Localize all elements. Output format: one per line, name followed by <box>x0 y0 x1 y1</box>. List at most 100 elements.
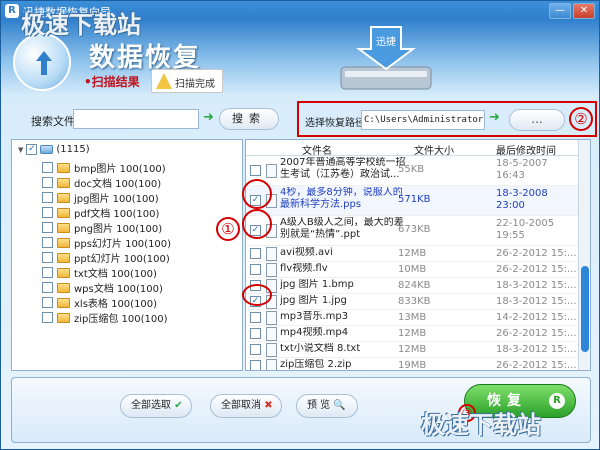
close-button[interactable]: ✕ <box>573 3 595 19</box>
tree-item-checkbox[interactable] <box>42 222 53 233</box>
tree-item-checkbox[interactable] <box>42 252 53 263</box>
tree-item[interactable]: jpg图片 100(100) <box>42 190 171 205</box>
tree-item-checkbox[interactable] <box>42 177 53 188</box>
file-modified-time: 26-2-2012 15:... <box>496 248 577 259</box>
tree-item-checkbox[interactable] <box>42 297 53 308</box>
file-name: 4秒，最多8分钟，说服人的最新科学方法.pps <box>280 187 403 210</box>
tree-item-checkbox[interactable] <box>42 162 53 173</box>
collapse-icon[interactable]: ▼ <box>18 146 23 154</box>
checkbox-highlight-ring <box>242 284 272 306</box>
folder-icon <box>57 267 70 278</box>
scan-status-badge: 扫描完成 <box>151 69 223 93</box>
tree-item[interactable]: wps文档 100(100) <box>42 280 171 295</box>
deselect-all-button[interactable]: 全部取消 ✖ <box>210 394 282 418</box>
file-row[interactable]: flv视频.flv 10MB 26-2-2012 15:... <box>246 262 578 278</box>
tree-item-label: xls表格 100(100) <box>74 299 158 310</box>
tree-item[interactable]: zip压缩包 100(100) <box>42 310 171 325</box>
file-name: zip压缩包 2.zip <box>280 359 352 370</box>
file-checkbox[interactable] <box>250 311 261 323</box>
browse-button[interactable]: ... <box>509 109 565 131</box>
file-checkbox[interactable] <box>250 343 261 355</box>
tree-item-checkbox[interactable] <box>42 207 53 218</box>
file-icon <box>266 326 277 341</box>
select-all-label: 全部选取 <box>131 400 171 411</box>
drive-label: 迅捷 <box>376 35 396 48</box>
preview-label: 预 览 <box>307 400 331 411</box>
select-all-button[interactable]: 全部选取 ✔ <box>120 394 192 418</box>
folder-icon <box>57 192 70 203</box>
app-window: R 迅捷数据恢复向导 — ✕ 数据恢复 •扫描结果 扫描完成 迅捷 搜索文件: … <box>0 0 600 450</box>
tree-root-label: (1115) <box>56 144 90 155</box>
hard-drive-icon: 迅捷 <box>340 26 432 90</box>
vertical-scrollbar[interactable] <box>578 140 590 370</box>
annotation-1: ① <box>216 217 240 241</box>
file-row[interactable]: avi视频.avi 12MB 26-2-2012 15:... <box>246 246 578 262</box>
annotation-2: ② <box>569 107 593 131</box>
folder-icon <box>57 237 70 248</box>
tree-item-checkbox[interactable] <box>42 312 53 323</box>
file-row[interactable]: 2007年普通高等学校统一招生考试（江苏卷）政治试... 55KB 18-5-200… <box>246 156 578 186</box>
scan-result-label: •扫描结果 <box>84 75 140 89</box>
file-size: 13MB <box>398 312 427 323</box>
tree-item[interactable]: png图片 100(100) <box>42 220 171 235</box>
folder-icon <box>57 312 70 323</box>
file-modified-time: 18-3-2012 15:... <box>496 280 577 291</box>
tree-item[interactable]: bmp图片 100(100) <box>42 160 171 175</box>
path-arrow-icon: ➜ <box>489 110 500 125</box>
tree-item-checkbox[interactable] <box>42 192 53 203</box>
tree-item[interactable]: txt文档 100(100) <box>42 265 171 280</box>
file-row[interactable]: zip压缩包 2.zip 19MB 26-2-2012 15:... <box>246 358 578 370</box>
tree-item-label: wps文档 100(100) <box>74 284 163 295</box>
tree-root-checkbox[interactable]: ✓ <box>26 144 38 155</box>
file-row[interactable]: jpg 图片 1.bmp 824KB 18-3-2012 15:... <box>246 278 578 294</box>
scroll-thumb[interactable] <box>581 266 589 352</box>
file-checkbox[interactable] <box>250 164 261 176</box>
tree-item-label: doc文档 100(100) <box>74 179 162 190</box>
file-size: 10MB <box>398 264 427 275</box>
checkbox-highlight-ring <box>242 179 272 209</box>
file-icon <box>266 310 277 325</box>
file-list-header: 文件名 文件大小 最后修改时间 <box>246 140 590 157</box>
file-row[interactable]: ✓ A级人B级人之间，最大的差别就是“热情”.ppt 673KB 22-10-2005… <box>246 216 578 246</box>
tree-item[interactable]: doc文档 100(100) <box>42 175 171 190</box>
checkbox-highlight-ring <box>242 209 272 239</box>
minimize-button[interactable]: — <box>549 3 571 19</box>
search-input[interactable] <box>73 109 199 129</box>
toolbar: 搜索文件: ➜ 搜索 选择恢复路径 C:\Users\Administrator… <box>1 101 599 139</box>
file-checkbox[interactable] <box>250 327 261 339</box>
file-row[interactable]: ✓ jpg 图片 1.jpg 833KB 18-3-2012 15:... <box>246 294 578 310</box>
column-header-time[interactable]: 最后修改时间 <box>496 142 556 157</box>
tree-item-label: zip压缩包 100(100) <box>74 314 168 325</box>
file-checkbox[interactable] <box>250 359 261 370</box>
file-row[interactable]: txt小说文档 8.txt 12MB 18-3-2012 15:... <box>246 342 578 358</box>
restore-path-input[interactable]: C:\Users\Administrator\Desk <box>361 110 485 130</box>
tree-item-checkbox[interactable] <box>42 237 53 248</box>
tree-item[interactable]: ppt幻灯片 100(100) <box>42 250 171 265</box>
folder-icon <box>57 177 70 188</box>
tree-item-label: jpg图片 100(100) <box>74 194 159 205</box>
tree-item[interactable]: xls表格 100(100) <box>42 295 171 310</box>
tree-root[interactable]: ▼ ✓ (1115) <box>18 144 90 155</box>
file-checkbox[interactable] <box>250 247 261 259</box>
file-row[interactable]: mp3音乐.mp3 13MB 14-2-2012 15:... <box>246 310 578 326</box>
file-modified-time: 18-5-2007 16:43 <box>496 158 548 181</box>
file-size: 12MB <box>398 328 427 339</box>
tree-item-checkbox[interactable] <box>42 282 53 293</box>
file-name: A级人B级人之间，最大的差别就是“热情”.ppt <box>280 217 404 240</box>
file-size: 55KB <box>398 164 425 175</box>
recovery-logo-icon <box>13 33 71 91</box>
tree-item[interactable]: pdf文档 100(100) <box>42 205 171 220</box>
column-header-name[interactable]: 文件名 <box>302 142 332 157</box>
file-checkbox[interactable] <box>250 263 261 275</box>
tree-item[interactable]: pps幻灯片 100(100) <box>42 235 171 250</box>
file-size: 673KB <box>398 224 431 235</box>
file-size: 12MB <box>398 248 427 259</box>
tree-item-checkbox[interactable] <box>42 267 53 278</box>
preview-button[interactable]: 预 览 🔍 <box>296 394 358 418</box>
file-row[interactable]: mp4视频.mp4 12MB 26-2-2012 15:... <box>246 326 578 342</box>
file-icon <box>266 342 277 357</box>
file-row[interactable]: ✓ 4秒，最多8分钟，说服人的最新科学方法.pps 571KB 18-3-2008 2… <box>246 186 578 216</box>
column-header-size[interactable]: 文件大小 <box>414 142 454 157</box>
folder-icon <box>57 207 70 218</box>
search-button[interactable]: 搜索 <box>219 108 279 130</box>
